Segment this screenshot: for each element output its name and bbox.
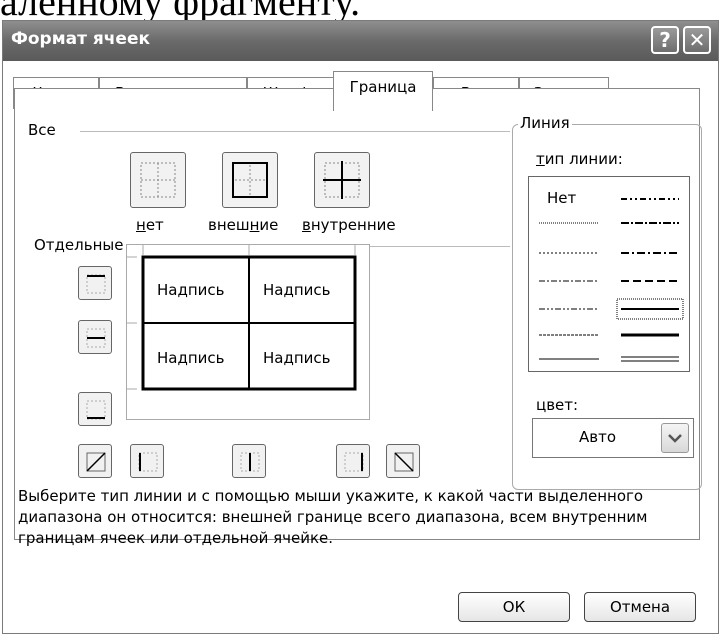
ok-button[interactable]: ОК [458, 592, 570, 622]
preset-none-button[interactable] [130, 152, 186, 208]
border-inside-vertical-button[interactable] [232, 444, 266, 478]
border-preview[interactable]: Надпись Надпись Надпись Надпись [126, 244, 370, 420]
all-group-label: Все [26, 121, 58, 139]
color-label: цвет: [536, 396, 579, 414]
window-title: Формат ячеек [11, 29, 151, 49]
line-style-swatches [539, 198, 684, 362]
border-bottom-button[interactable] [78, 392, 112, 426]
border-left-button[interactable] [130, 444, 164, 478]
border-inside-vertical-icon [240, 452, 260, 472]
border-right-icon [344, 452, 364, 472]
preview-cell-text: Надпись [263, 281, 331, 299]
preview-cell-text: Надпись [157, 281, 225, 299]
preset-outline-label: внешние [208, 216, 279, 234]
border-top-button[interactable] [78, 266, 112, 300]
chevron-down-icon[interactable] [661, 423, 689, 453]
line-style-label: тип линии: [536, 150, 623, 168]
border-left-icon [138, 452, 158, 472]
hint-text: Выберите тип линии и с помощью мыши укаж… [18, 487, 648, 547]
border-right-button[interactable] [336, 444, 370, 478]
border-inside-horizontal-button[interactable] [78, 320, 112, 354]
tab-border[interactable]: Граница [333, 71, 433, 111]
diagonal-up-icon [86, 452, 106, 472]
title-bar[interactable]: Формат ячеек ? ✕ [3, 21, 718, 61]
border-diagonal-up-button[interactable] [78, 444, 112, 478]
border-inside-horizontal-icon [86, 328, 106, 348]
preview-cell-text: Надпись [263, 349, 331, 367]
diagonal-down-icon [394, 452, 414, 472]
line-style-list[interactable]: Нет [528, 176, 690, 372]
preview-cell-text: Надпись [157, 349, 225, 367]
preset-inside-label: внутренние [302, 216, 396, 234]
help-button[interactable]: ? [651, 26, 679, 54]
line-color-value: Авто [579, 428, 617, 446]
border-none-icon [140, 162, 176, 198]
preset-outline-button[interactable] [222, 152, 278, 208]
border-top-icon [86, 274, 106, 294]
border-diagonal-down-button[interactable] [386, 444, 420, 478]
border-inside-icon [323, 161, 361, 199]
close-button[interactable]: ✕ [683, 26, 711, 54]
cancel-button[interactable]: Отмена [584, 592, 696, 622]
separate-group-label: Отдельные [32, 236, 126, 254]
border-outline-icon [232, 162, 268, 198]
preset-inside-button[interactable] [314, 152, 370, 208]
line-group-label: Линия [518, 114, 572, 132]
border-bottom-icon [86, 400, 106, 420]
all-group-divider [80, 131, 510, 132]
line-color-select[interactable]: Авто [532, 418, 694, 458]
preset-none-label: нет [136, 216, 164, 234]
preview-grid-graphic [127, 245, 357, 391]
